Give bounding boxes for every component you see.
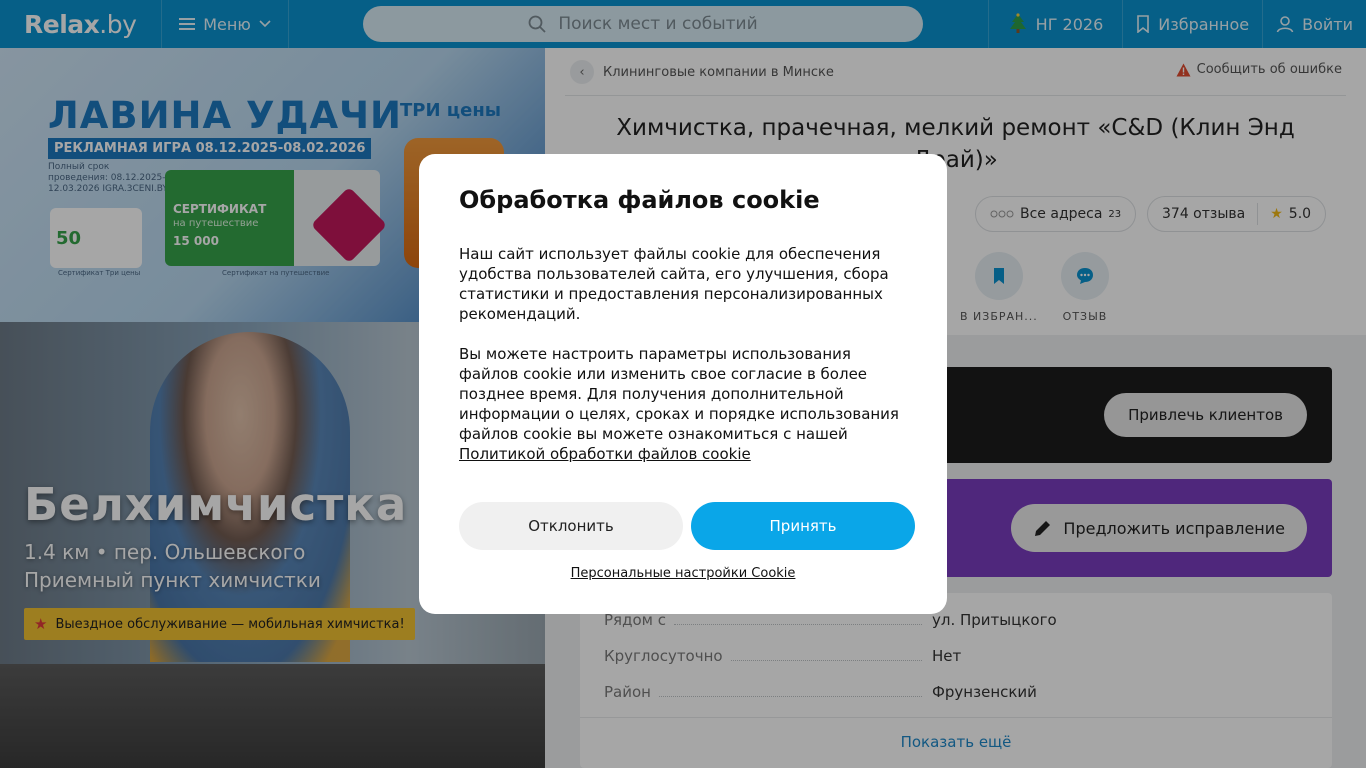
cookie-text-2-body: Вы можете настроить параметры использова…	[459, 345, 899, 443]
cookie-policy-link[interactable]: Политикой обработки файлов cookie	[459, 445, 751, 463]
cookie-text-2: Вы можете настроить параметры использова…	[459, 344, 907, 464]
cookie-buttons: Отклонить Принять	[459, 502, 915, 550]
accept-button[interactable]: Принять	[691, 502, 915, 550]
cookie-settings-link[interactable]: Персональные настройки Cookie	[419, 566, 947, 581]
cookie-modal-title: Обработка файлов cookie	[459, 186, 820, 214]
cookie-text-1: Наш сайт использует файлы cookie для обе…	[459, 245, 889, 323]
cookie-consent-modal: Обработка файлов cookie Наш сайт использ…	[419, 154, 947, 614]
decline-button[interactable]: Отклонить	[459, 502, 683, 550]
